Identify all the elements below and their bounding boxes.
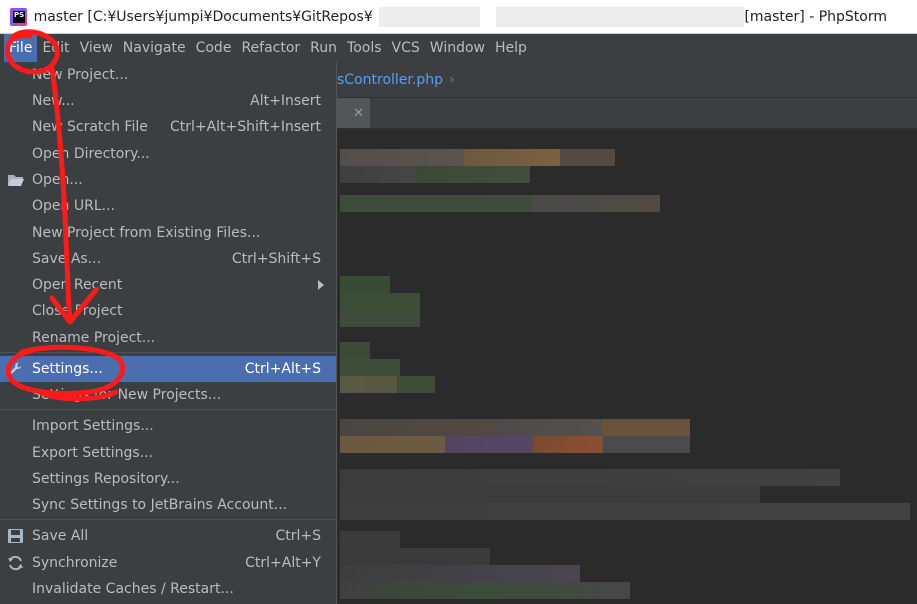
menu-item-label: Settings Repository...	[32, 471, 180, 487]
redacted-code-line	[340, 166, 530, 183]
navigation-bar: sController.php ›	[337, 62, 917, 98]
menu-view[interactable]: View	[75, 34, 118, 62]
menu-item-label: Sync Settings to JetBrains Account...	[32, 497, 288, 513]
redacted-code-line	[340, 149, 615, 166]
menu-item-label: Open...	[32, 172, 83, 188]
menu-item-label: Open Directory...	[32, 146, 150, 162]
menu-item-label: Invalidate Caches / Restart...	[32, 581, 234, 597]
redacted-code-line	[340, 359, 400, 376]
menu-item-label: New...	[32, 93, 75, 109]
menu-item-label: Synchronize	[32, 555, 118, 571]
menu-item-shortcut: Ctrl+Alt+S	[244, 361, 321, 377]
menu-item-shortcut: Ctrl+Shift+S	[231, 251, 321, 267]
redacted-code-line	[340, 582, 630, 599]
menu-item-synchronize[interactable]: Synchronize Ctrl+Alt+Y	[0, 550, 336, 576]
menu-item-new-project[interactable]: New Project...	[0, 62, 336, 88]
save-icon	[8, 529, 23, 543]
file-menu-dropdown: New Project... New... Alt+Insert New Scr…	[0, 62, 337, 604]
menu-item-close-project[interactable]: Close Project	[0, 298, 336, 324]
redacted-code-line	[340, 276, 390, 293]
redacted-code-line	[340, 469, 840, 486]
redacted-code-line	[340, 565, 580, 582]
window-title: master [C:¥Users¥jumpi¥Documents¥GitRepo…	[33, 8, 373, 25]
redacted-code-line	[340, 376, 435, 393]
menu-vcs[interactable]: VCS	[387, 34, 425, 62]
menu-item-label: Export Settings...	[32, 445, 154, 461]
menu-item-label: New Scratch File	[32, 119, 148, 135]
menu-item-label: Settings for New Projects...	[32, 387, 222, 403]
submenu-arrow-icon	[318, 280, 324, 290]
menu-item-label: Open Recent	[32, 277, 123, 293]
redacted-code-line	[340, 310, 420, 327]
redacted-code-line	[340, 503, 910, 520]
menu-window[interactable]: Window	[425, 34, 490, 62]
menu-item-open-recent[interactable]: Open Recent	[0, 272, 336, 298]
menu-refactor[interactable]: Refactor	[236, 34, 305, 62]
menu-edit[interactable]: Edit	[37, 34, 74, 62]
menu-item-shortcut: Ctrl+S	[275, 528, 321, 544]
menu-item-invalidate-caches[interactable]: Invalidate Caches / Restart...	[0, 576, 336, 602]
logo-text: PS	[14, 10, 25, 19]
window-title-suffix: [master] - PhpStorm	[744, 8, 887, 25]
redacted-code-line	[340, 436, 690, 453]
menu-item-label: Save As...	[32, 251, 102, 267]
menu-item-new[interactable]: New... Alt+Insert	[0, 88, 336, 114]
menu-separator	[0, 352, 336, 353]
menu-item-label: Close Project	[32, 303, 123, 319]
menu-item-shortcut: Alt+Insert	[250, 93, 321, 109]
menu-item-open-directory[interactable]: Open Directory...	[0, 141, 336, 167]
menu-separator	[0, 409, 336, 410]
menu-tools[interactable]: Tools	[342, 34, 387, 62]
redacted-code-line	[340, 419, 690, 436]
menu-item-open[interactable]: Open...	[0, 167, 336, 193]
menu-item-label: Open URL...	[32, 198, 115, 214]
menu-file[interactable]: File	[4, 34, 38, 62]
breadcrumb-file[interactable]: sController.php	[337, 72, 443, 88]
redacted-code-line	[340, 293, 420, 310]
phpstorm-logo-icon: PS	[10, 7, 27, 26]
wrench-icon	[9, 362, 22, 375]
folder-open-icon	[8, 175, 24, 186]
menu-item-save-as[interactable]: Save As... Ctrl+Shift+S	[0, 246, 336, 272]
menu-separator	[0, 519, 336, 520]
window-titlebar: PS master [C:¥Users¥jumpi¥Documents¥GitR…	[0, 0, 917, 34]
menu-item-label: Rename Project...	[32, 330, 156, 346]
sync-icon	[8, 555, 23, 571]
breadcrumb-separator: ›	[448, 71, 455, 88]
menu-item-sync-settings[interactable]: Sync Settings to JetBrains Account...	[0, 492, 336, 518]
redacted-code-line	[340, 531, 400, 548]
menu-help[interactable]: Help	[490, 34, 532, 62]
redacted-code-line	[340, 486, 760, 503]
menu-item-settings[interactable]: Settings... Ctrl+Alt+S	[0, 356, 336, 382]
menu-item-label: New Project from Existing Files...	[32, 225, 261, 241]
editor-tab-bar: ✕	[337, 98, 917, 129]
menu-item-label: Settings...	[32, 361, 103, 377]
menu-navigate[interactable]: Navigate	[118, 34, 191, 62]
menu-item-open-url[interactable]: Open URL...	[0, 193, 336, 219]
menu-code[interactable]: Code	[191, 34, 237, 62]
menu-item-new-scratch-file[interactable]: New Scratch File Ctrl+Alt+Shift+Insert	[0, 114, 336, 140]
menu-item-label: New Project...	[32, 67, 129, 83]
menu-run[interactable]: Run	[305, 34, 342, 62]
menu-item-export-settings[interactable]: Export Settings...	[0, 440, 336, 466]
menu-item-label: Save All	[32, 528, 89, 544]
code-editor[interactable]	[337, 129, 917, 604]
menu-item-new-project-from-existing[interactable]: New Project from Existing Files...	[0, 220, 336, 246]
redacted-code-line	[340, 548, 490, 565]
menu-item-shortcut: Ctrl+Alt+Y	[245, 555, 321, 571]
menu-item-import-settings[interactable]: Import Settings...	[0, 413, 336, 439]
menu-item-settings-new-projects[interactable]: Settings for New Projects...	[0, 382, 336, 408]
menu-item-label: Import Settings...	[32, 418, 154, 434]
menu-item-rename-project[interactable]: Rename Project...	[0, 325, 336, 351]
redacted-code-line	[340, 342, 370, 359]
menu-item-settings-repository[interactable]: Settings Repository...	[0, 466, 336, 492]
menu-bar: File Edit View Navigate Code Refactor Ru…	[0, 34, 917, 62]
redacted-code-line	[340, 195, 660, 212]
close-tab-icon[interactable]: ✕	[353, 106, 364, 121]
redacted-path	[495, 6, 745, 27]
menu-item-shortcut: Ctrl+Alt+Shift+Insert	[169, 119, 321, 135]
menu-item-save-all[interactable]: Save All Ctrl+S	[0, 523, 336, 549]
editor-tab[interactable]: ✕	[337, 98, 370, 128]
redacted-path	[378, 6, 480, 27]
